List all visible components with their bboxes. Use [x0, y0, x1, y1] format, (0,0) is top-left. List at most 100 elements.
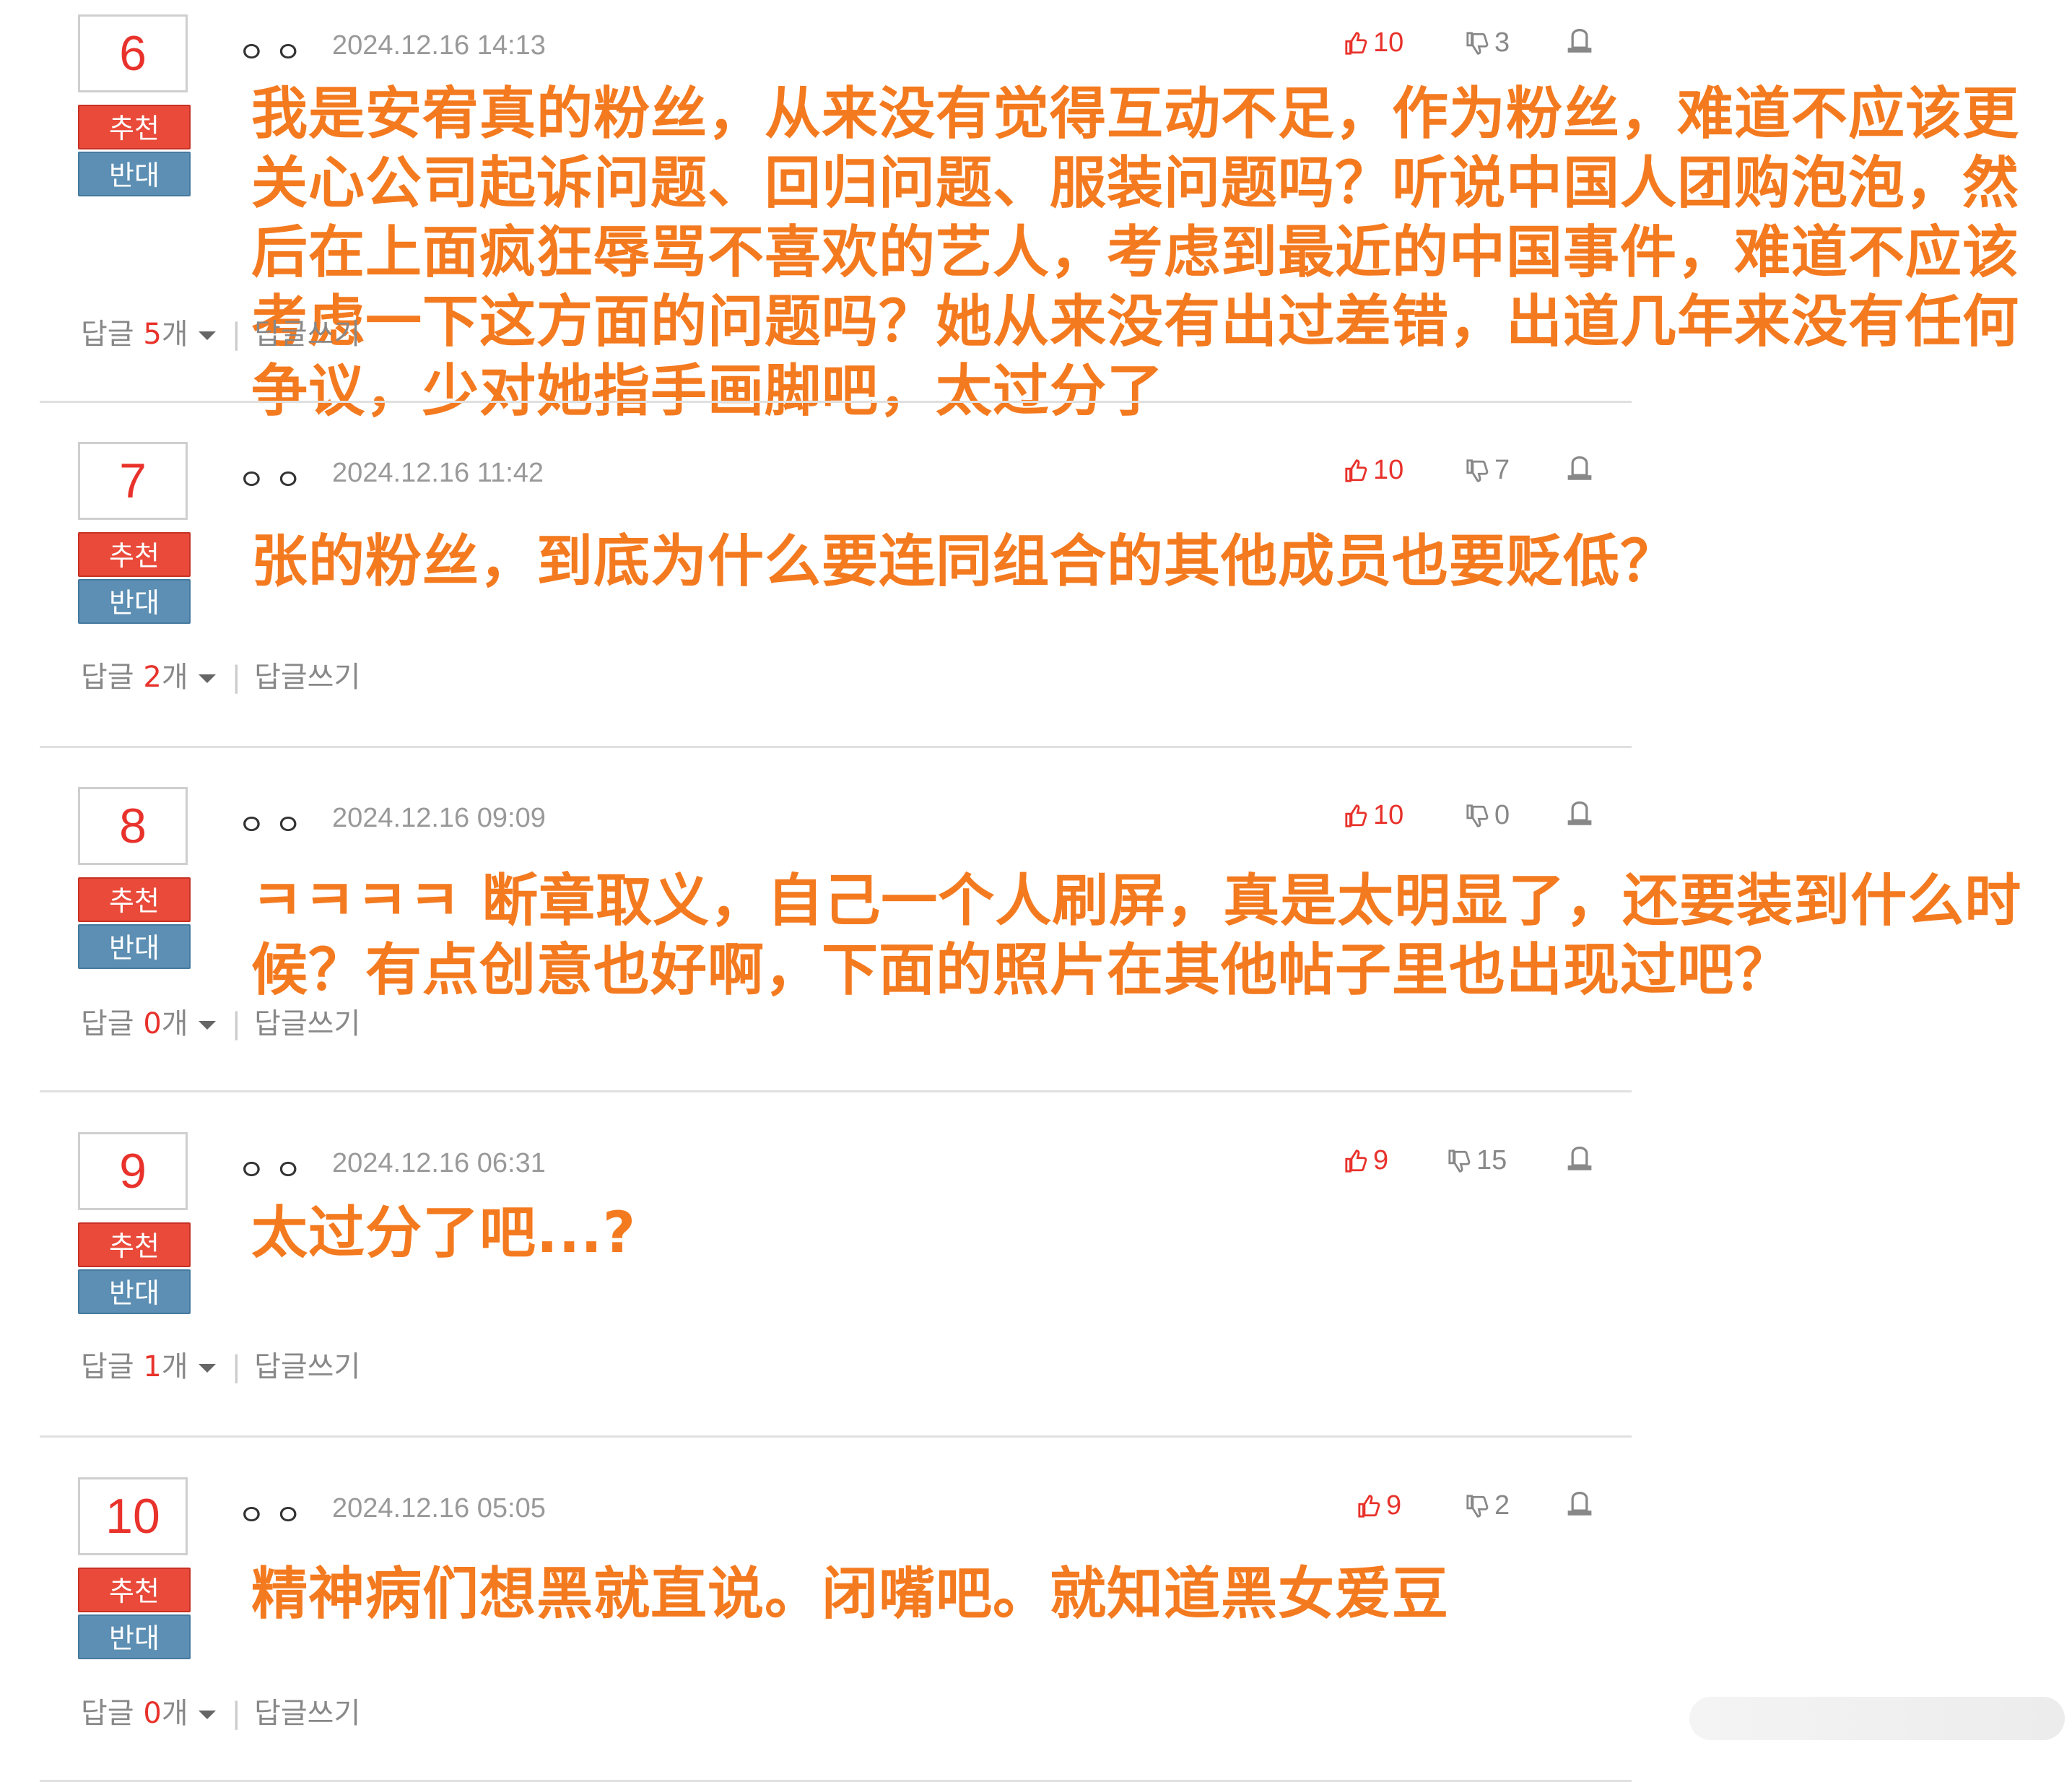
dislike-count-value: 0: [1494, 800, 1510, 830]
thumbs-up-icon: [1357, 1490, 1386, 1521]
comment-author[interactable]: ㅇㅇ: [238, 1492, 312, 1534]
thumbs-down-icon: [1466, 800, 1494, 830]
write-reply-link[interactable]: 답글쓰기: [254, 1350, 360, 1383]
write-reply-link[interactable]: 답글쓰기: [254, 1007, 360, 1040]
write-reply-link[interactable]: 답글쓰기: [254, 661, 360, 694]
reply-separator: |: [231, 318, 242, 351]
comment-rank: 6: [78, 14, 188, 92]
caret-down-icon: [198, 1711, 216, 1719]
like-count-value: 10: [1373, 455, 1404, 485]
like-count-value: 9: [1386, 1490, 1402, 1521]
comment-timestamp: 2024.12.16 11:42: [332, 458, 544, 488]
reply-label: 답글: [81, 1350, 144, 1383]
report-icon[interactable]: [1565, 801, 1594, 830]
write-reply-link[interactable]: 답글쓰기: [254, 318, 360, 351]
recommend-button[interactable]: 추천: [78, 877, 191, 922]
reply-count: 5: [143, 318, 162, 351]
report-icon[interactable]: [1565, 1146, 1594, 1175]
reply-unit: 개: [161, 661, 188, 694]
report-icon[interactable]: [1565, 1491, 1594, 1521]
write-reply-link[interactable]: 답글쓰기: [254, 1697, 360, 1730]
recommend-button[interactable]: 추천: [78, 532, 191, 577]
oppose-button[interactable]: 반대: [78, 579, 191, 624]
comment-divider: [40, 1090, 1632, 1092]
comment-author[interactable]: ㅇㅇ: [238, 1147, 312, 1188]
comment-timestamp: 2024.12.16 14:13: [332, 30, 546, 61]
dislike-count[interactable]: 2: [1466, 1490, 1510, 1521]
reply-separator: |: [231, 661, 242, 694]
dislike-count-value: 3: [1494, 27, 1510, 58]
oppose-button[interactable]: 반대: [78, 1269, 191, 1314]
reply-count: 2: [143, 661, 162, 694]
like-count[interactable]: 9: [1357, 1490, 1401, 1521]
comment-divider: [40, 746, 1632, 748]
oppose-button[interactable]: 반대: [78, 1614, 191, 1659]
comment-rank: 8: [78, 787, 188, 865]
comment-rank: 7: [78, 442, 188, 520]
reply-toggle[interactable]: 답글 1개: [81, 1350, 216, 1383]
thumbs-up-icon: [1344, 455, 1373, 485]
like-count[interactable]: 9: [1344, 1145, 1388, 1176]
report-icon[interactable]: [1565, 28, 1594, 58]
comment-body: 我是安宥真的粉丝，从来没有觉得互动不足，作为粉丝，难道不应该更关心公司起诉问题、…: [251, 82, 2020, 424]
reply-toggle[interactable]: 답글 0개: [81, 1007, 216, 1040]
dislike-count-value: 2: [1494, 1490, 1510, 1521]
comment-author[interactable]: ㅇㅇ: [238, 456, 312, 498]
thumbs-down-icon: [1466, 455, 1494, 485]
reply-label: 답글: [81, 318, 144, 351]
like-count[interactable]: 10: [1344, 800, 1403, 831]
like-count[interactable]: 10: [1344, 455, 1403, 486]
dislike-count[interactable]: 15: [1448, 1145, 1507, 1176]
caret-down-icon: [198, 674, 216, 683]
comment-rank: 10: [78, 1477, 188, 1555]
comment-body: 张的粉丝，到底为什么要连同组合的其他成员也要贬低？: [251, 529, 1678, 594]
reply-separator: |: [231, 1697, 242, 1730]
dislike-count[interactable]: 3: [1466, 27, 1510, 58]
thumbs-down-icon: [1466, 1490, 1494, 1521]
caret-down-icon: [198, 1021, 216, 1030]
like-count-value: 10: [1373, 800, 1404, 830]
like-count-value: 9: [1373, 1145, 1389, 1175]
comment-timestamp: 2024.12.16 09:09: [332, 803, 546, 833]
comment-author[interactable]: ㅇㅇ: [238, 29, 312, 71]
thumbs-down-icon: [1448, 1145, 1476, 1175]
reply-separator: |: [231, 1007, 242, 1040]
thumbs-up-icon: [1344, 27, 1373, 58]
reply-count: 0: [143, 1007, 162, 1040]
reply-toolbar: 답글 1개 | 답글쓰기: [81, 1343, 360, 1385]
reply-label: 답글: [81, 1697, 144, 1730]
reply-separator: |: [231, 1350, 242, 1383]
recommend-button[interactable]: 추천: [78, 1568, 191, 1612]
comment-timestamp: 2024.12.16 06:31: [332, 1148, 546, 1178]
reply-count: 1: [143, 1350, 162, 1383]
scrollbar-thumb[interactable]: [1689, 1697, 2065, 1740]
reply-toolbar: 답글 2개 | 답글쓰기: [81, 653, 360, 695]
dislike-count[interactable]: 0: [1466, 800, 1510, 831]
reply-count: 0: [143, 1697, 162, 1730]
reply-unit: 개: [161, 1007, 188, 1040]
oppose-button[interactable]: 반대: [78, 924, 191, 969]
comment-timestamp: 2024.12.16 05:05: [332, 1493, 546, 1524]
reply-toolbar: 답글 5개 | 답글쓰기: [81, 310, 360, 352]
comment-author[interactable]: ㅇㅇ: [238, 801, 312, 843]
thumbs-up-icon: [1344, 1145, 1373, 1175]
reply-toggle[interactable]: 답글 0개: [81, 1697, 216, 1730]
reply-toggle[interactable]: 답글 2개: [81, 661, 216, 694]
comment-divider: [40, 1435, 1632, 1438]
like-count-value: 10: [1373, 27, 1404, 58]
reply-unit: 개: [161, 1350, 188, 1383]
recommend-button[interactable]: 추천: [78, 105, 191, 149]
caret-down-icon: [198, 331, 216, 340]
dislike-count[interactable]: 7: [1466, 455, 1510, 486]
recommend-button[interactable]: 추천: [78, 1222, 191, 1267]
reply-label: 답글: [81, 661, 144, 694]
reply-toggle[interactable]: 답글 5개: [81, 318, 216, 351]
oppose-button[interactable]: 반대: [78, 152, 191, 196]
report-icon[interactable]: [1565, 456, 1594, 485]
like-count[interactable]: 10: [1344, 27, 1403, 58]
comment-body: ㅋㅋㅋㅋ 断章取义，自己一个人刷屏，真是太明显了，还要装到什么时候？有点创意也好…: [251, 869, 2022, 1003]
thumbs-down-icon: [1466, 27, 1494, 58]
caret-down-icon: [198, 1364, 216, 1373]
comment-divider: [40, 401, 1632, 403]
dislike-count-value: 15: [1476, 1145, 1507, 1175]
